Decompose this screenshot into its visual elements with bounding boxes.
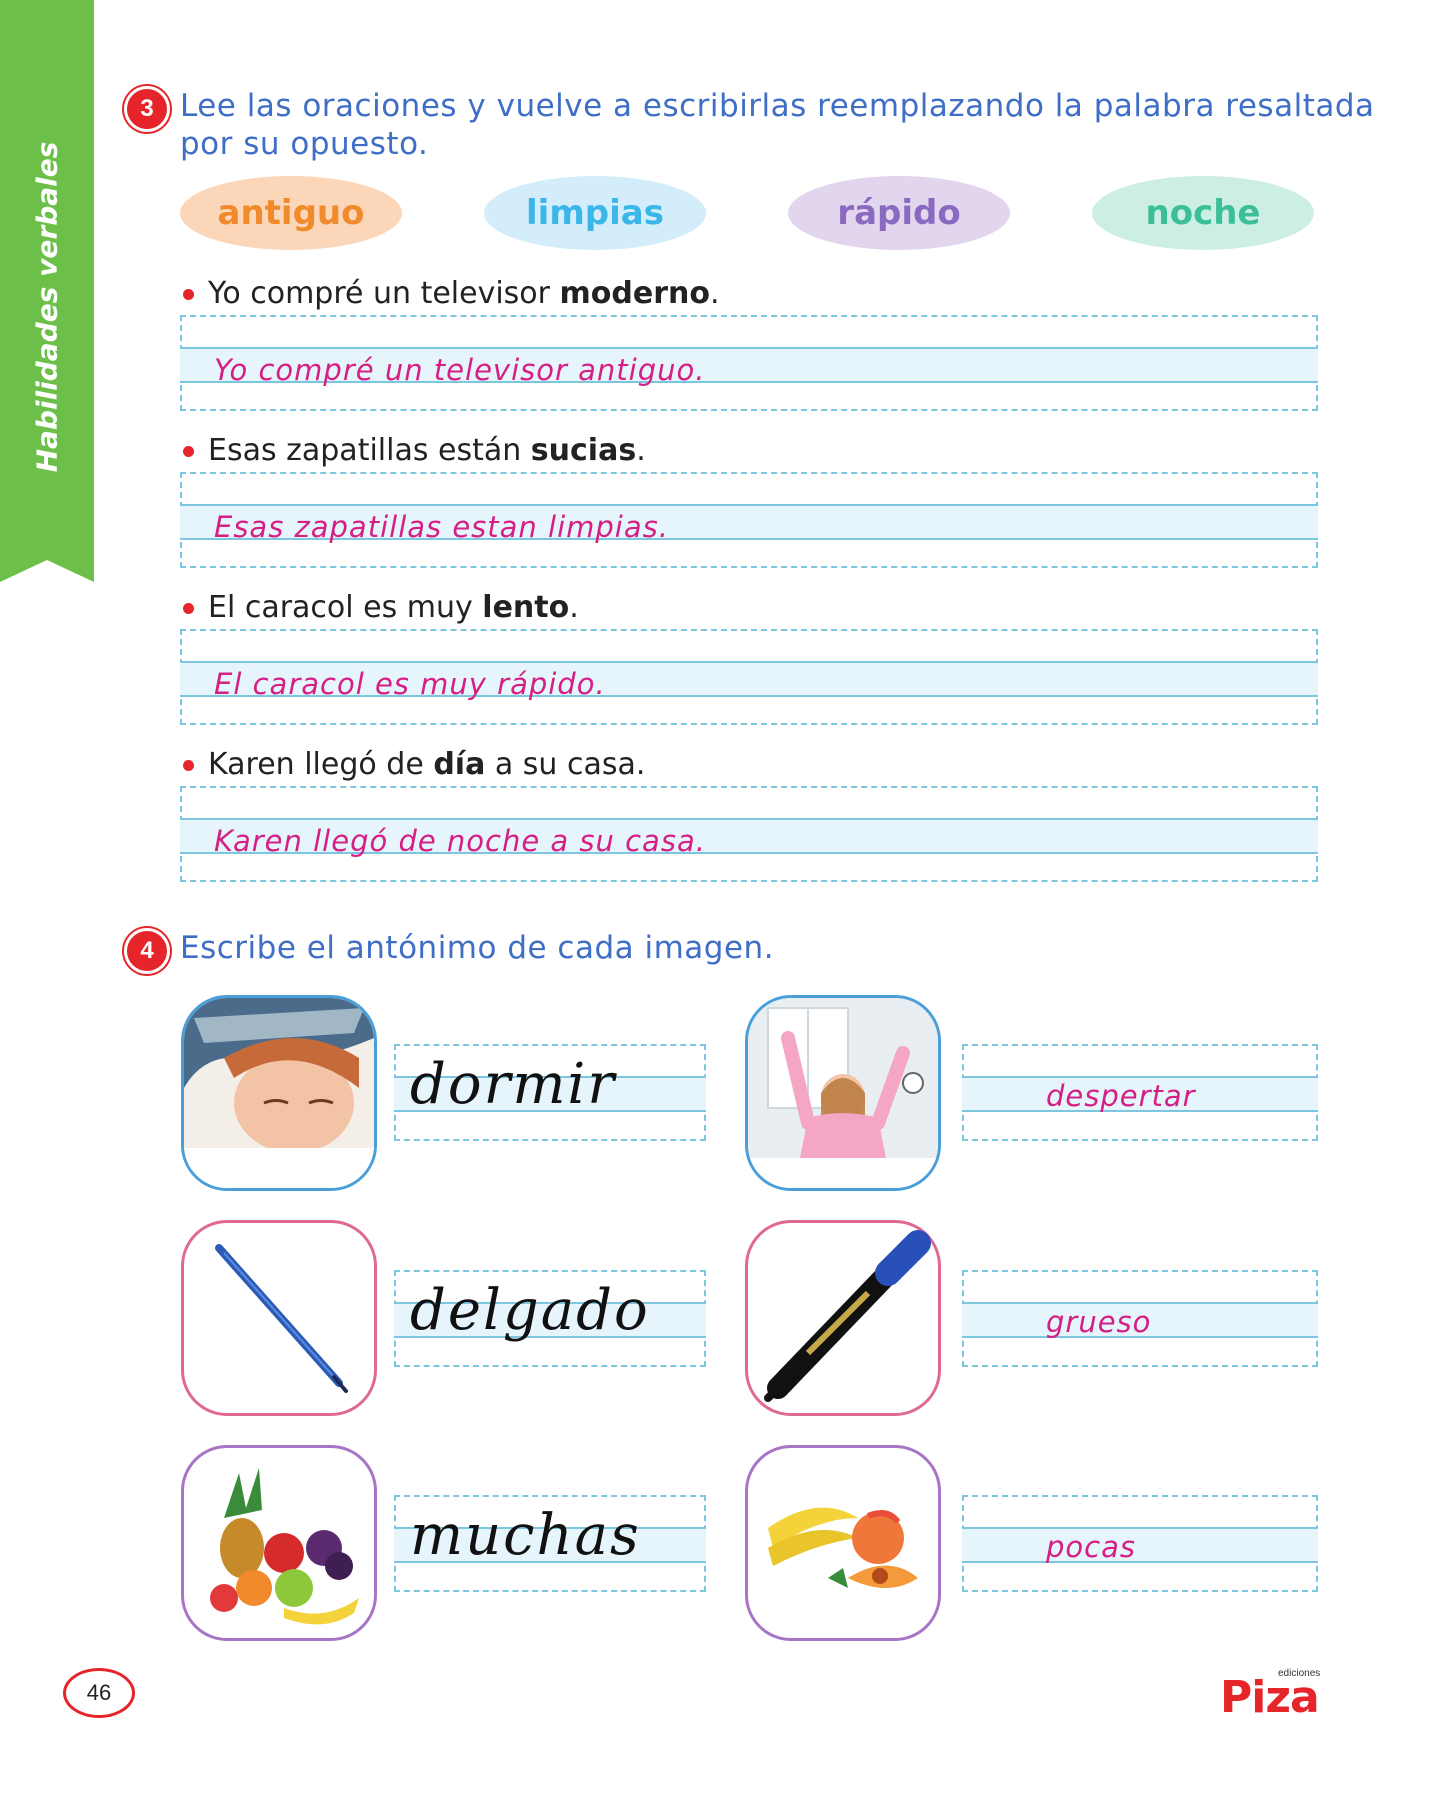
highlighted-word: día (433, 747, 486, 782)
exercise-4-number: 4 (124, 928, 170, 974)
answer-4: Karen llegó de noche a su casa. (214, 824, 706, 858)
answer-2: Esas zapatillas estan limpias. (214, 510, 669, 544)
publisher-logo: Piza (1220, 1672, 1320, 1723)
waking-girl-photo (745, 995, 941, 1191)
waking-girl-icon (748, 998, 938, 1188)
answer-grueso: grueso (1046, 1305, 1152, 1339)
side-tab-label: Habilidades verbales (30, 141, 64, 473)
thick-marker-photo (745, 1220, 941, 1416)
band-fill (962, 1527, 1318, 1563)
thin-pen-icon (215, 1244, 348, 1393)
exercise-4-instruction: Escribe el antónimo de cada imagen. (180, 930, 775, 966)
word-bank-antiguo: antiguo (180, 176, 402, 250)
sentence-2: Esas zapatillas están sucias. (208, 433, 646, 468)
bullet (183, 760, 194, 771)
thin-pen-photo (181, 1220, 377, 1416)
few-fruits-photo (745, 1445, 941, 1641)
cursive-word-2: delgado (410, 1278, 650, 1343)
sleeping-girl-icon (184, 998, 374, 1188)
sentence-text: a su casa. (485, 747, 646, 782)
answer-band-4[interactable]: Karen llegó de noche a su casa. (180, 786, 1318, 882)
cursive-word-3: muchas (410, 1503, 641, 1568)
cursive-band-2[interactable]: delgado (394, 1270, 706, 1367)
bullet (183, 603, 194, 614)
sentence-text: Yo compré un televisor (208, 276, 560, 311)
bullet (183, 289, 194, 300)
sentence-4: Karen llegó de día a su casa. (208, 747, 645, 782)
exercise-3-number: 3 (124, 86, 170, 132)
highlighted-word: moderno (559, 276, 711, 311)
sentence-text: Karen llegó de (208, 747, 434, 782)
sentence-text: . (636, 433, 646, 468)
answer-despertar: despertar (1046, 1079, 1196, 1113)
answer-band-3[interactable]: El caracol es muy rápido. (180, 629, 1318, 725)
sentence-text: . (569, 590, 579, 625)
sentence-1: Yo compré un televisor moderno. (208, 276, 720, 311)
sentence-text: . (710, 276, 720, 311)
page-number: 46 (63, 1668, 135, 1718)
word-bank-rapido: rápido (788, 176, 1010, 250)
cursive-word-1: dormir (410, 1052, 617, 1117)
word-bank-limpias: limpias (484, 176, 706, 250)
answer-3: El caracol es muy rápido. (214, 667, 606, 701)
sentence-text: El caracol es muy (208, 590, 483, 625)
answer-pocas: pocas (1046, 1530, 1136, 1564)
thick-marker-icon (764, 1230, 931, 1402)
exercise-3-instruction-line1: Lee las oraciones y vuelve a escribirlas… (180, 88, 1375, 124)
highlighted-word: sucias (530, 433, 637, 468)
side-tab-notch (0, 560, 94, 582)
word-bank-noche: noche (1092, 176, 1314, 250)
many-fruits-icon (210, 1468, 359, 1625)
answer-band-grueso[interactable]: grueso (962, 1270, 1318, 1367)
sleeping-girl-photo (181, 995, 377, 1191)
exercise-3-instruction-line2: por su opuesto. (180, 126, 429, 162)
answer-band-despertar[interactable]: despertar (962, 1044, 1318, 1141)
sentence-3: El caracol es muy lento. (208, 590, 579, 625)
highlighted-word: lento (482, 590, 570, 625)
cursive-band-1[interactable]: dormir (394, 1044, 706, 1141)
answer-1: Yo compré un televisor antiguo. (214, 353, 706, 387)
cursive-band-3[interactable]: muchas (394, 1495, 706, 1592)
answer-band-1[interactable]: Yo compré un televisor antiguo. (180, 315, 1318, 411)
few-fruits-icon (768, 1507, 918, 1588)
bullet (183, 446, 194, 457)
many-fruits-photo (181, 1445, 377, 1641)
sentence-text: Esas zapatillas están (208, 433, 531, 468)
answer-band-pocas[interactable]: pocas (962, 1495, 1318, 1592)
answer-band-2[interactable]: Esas zapatillas estan limpias. (180, 472, 1318, 568)
